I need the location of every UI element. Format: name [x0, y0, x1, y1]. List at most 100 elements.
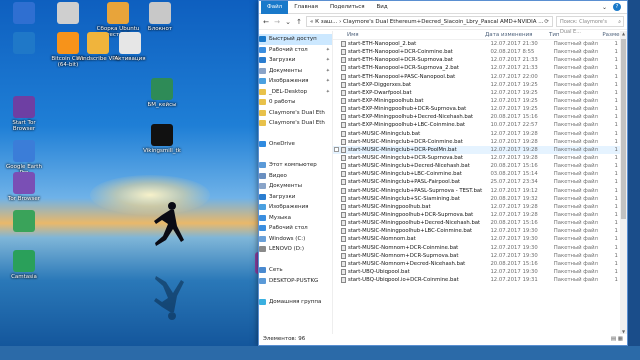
file-row[interactable]: start-EXP-Miningpoolhub+DCR-Suprnova.bat… — [333, 105, 627, 113]
scroll-up-icon[interactable]: ▲ — [620, 31, 627, 36]
nav-pane-item[interactable]: Сеть — [259, 265, 332, 276]
nav-pane-item[interactable]: Загрузки — [259, 192, 332, 203]
file-row[interactable]: start-EXP-Miningpoolhub.bat 12.07.2017 19… — [333, 97, 627, 105]
scrollbar-thumb[interactable] — [621, 39, 626, 219]
search-input[interactable]: Поиск: Claymore's Dual E... ⌕ — [556, 16, 624, 35]
file-row[interactable]: start-MUSIC-Nomnom+DCR-Suprnova.bat 12.07… — [333, 252, 627, 260]
file-row[interactable]: start-MUSIC-Miningclub+PASL-Fairpool.bat… — [333, 178, 627, 186]
file-type: Пакетный файл — [553, 268, 598, 275]
column-name[interactable]: Имя — [333, 31, 485, 39]
desktop-icon-label: Активация — [114, 56, 146, 62]
tab-file[interactable]: Файл — [261, 0, 289, 14]
nav-pane-item[interactable]: Видео — [259, 171, 332, 182]
tab-home[interactable]: Главная — [288, 1, 324, 14]
nav-pane-item[interactable]: Домашняя группа — [259, 297, 332, 308]
file-type: Пакетный файл — [553, 57, 598, 64]
nav-pane-item[interactable]: Рабочий стол — [259, 223, 332, 234]
file-row[interactable]: start-ETH-Nanopool+PASC-Nanopool.bat 12.0… — [333, 73, 627, 81]
column-type[interactable]: Тип — [549, 31, 601, 39]
file-row[interactable]: start-MUSIC-Miningclub+PASL-Suprnova - T… — [333, 187, 627, 195]
file-row[interactable]: start-MUSIC-Miningclub+Decred-Nicehash.b… — [333, 162, 627, 170]
nav-pane-item[interactable]: Загрузки ✦ — [259, 55, 332, 66]
file-row[interactable]: start-MUSIC-Miningpoolhub+DCR-Suprnova.b… — [333, 211, 627, 219]
nav-pane-item[interactable]: Claymore's Dual Eth — [259, 118, 332, 129]
file-row[interactable]: start-MUSIC-Nomnom+DCR-Coinmine.bat 12.07… — [333, 244, 627, 252]
nav-pane-item[interactable]: OneDrive — [259, 139, 332, 150]
batch-file-icon — [340, 277, 346, 284]
desktop-icon[interactable]: Camtasia — [2, 250, 46, 280]
desktop-icon[interactable] — [2, 2, 46, 26]
desktop-icon[interactable]: Start Tor Browser — [2, 96, 46, 132]
file-row[interactable]: start-EXP-Diggerxes.bat 12.07.2017 19:25 П… — [333, 81, 627, 89]
nav-pane-item[interactable]: Изображения — [259, 202, 332, 213]
file-row[interactable]: start-MUSIC-Miningclub+SC-Siamining.bat 2… — [333, 195, 627, 203]
nav-pane-item[interactable]: Изображения ✦ — [259, 76, 332, 87]
nav-pane-item[interactable]: Рабочий стол ✦ — [259, 45, 332, 56]
file-row[interactable]: start-MUSIC-Miningpoolhub+LBC-Coinmine.b… — [333, 227, 627, 235]
desktop-icon[interactable]: БМ_кейсы — [140, 78, 184, 108]
file-row[interactable]: start-MUSIC-Nomnom+Decred-Nicehash.bat 20… — [333, 260, 627, 268]
up-arrow-icon[interactable]: ↑ — [295, 18, 303, 26]
file-row[interactable]: start-MUSIC-Miningpoolhub+Decred-Nicehas… — [333, 219, 627, 227]
nav-pane-item[interactable]: _DEL-Desktop ✦ — [259, 87, 332, 98]
desktop-app-icon — [13, 210, 35, 232]
file-row[interactable]: start-MUSIC-Miningclub+DCR-Suprnova.bat 1… — [333, 154, 627, 162]
file-row[interactable]: start-ETH-Nanopool+DCR-Suprnova.bat 12.07… — [333, 56, 627, 64]
file-row[interactable]: start-EXP-Miningpoolhub+Decred-Nicehash.… — [333, 113, 627, 121]
desktop-icon[interactable] — [46, 2, 90, 26]
file-type: Пакетный файл — [553, 122, 598, 129]
address-path[interactable]: « К заш... › Claymore's Dual Ethereum+De… — [306, 16, 553, 27]
nav-pane-item[interactable]: Этот компьютер — [259, 160, 332, 171]
batch-file-icon — [340, 89, 346, 96]
desktop-app-icon — [119, 32, 141, 54]
desktop-icon[interactable] — [2, 210, 46, 234]
file-row[interactable]: start-EXP-Miningpoolhub+LBC-Coinmine.bat… — [333, 121, 627, 129]
desktop-icon[interactable]: Vikingsmill_tk — [140, 124, 184, 154]
file-row[interactable]: start-MUSIC-Miningclub+LBC-Coinmine.bat 0… — [333, 170, 627, 178]
nav-pane-item[interactable]: DESKTOP-PUSTKG — [259, 276, 332, 287]
file-row[interactable]: start-UBQ-Ubiqpool.io+DCR-Coinmine.bat 12… — [333, 276, 627, 284]
desktop-icon[interactable]: Активация — [108, 32, 152, 62]
file-row[interactable]: start-MUSIC-Nomnom.bat 12.07.2017 19:30 Па… — [333, 235, 627, 243]
recent-chevron-icon[interactable]: ⌄ — [284, 18, 292, 26]
nav-pane-item[interactable]: LENOVO (D:) — [259, 244, 332, 255]
desktop-app-icon — [13, 32, 35, 54]
file-row[interactable]: start-MUSIC-Miningclub+DCR-PoolMn.bat 12.… — [333, 145, 627, 154]
view-toggle-icons[interactable]: ▤ ▦ — [611, 334, 623, 345]
file-row[interactable]: start-MUSIC-Miningpoolhub.bat 12.07.2017 … — [333, 203, 627, 211]
file-row[interactable]: start-MUSIC-Miningclub+DCR-Coinmine.bat 1… — [333, 138, 627, 146]
file-explorer-window[interactable]: Файл Главная Поделиться Вид ⌄ ? ← → ⌄ ↑ … — [258, 0, 628, 346]
desktop-icon[interactable]: Google Earth Pro — [2, 140, 46, 176]
column-date[interactable]: Дата изменения — [485, 31, 549, 39]
file-row[interactable]: start-ETH-Nanopool+DCR-Suprnova_2.bat 12.… — [333, 64, 627, 72]
desktop-icon[interactable]: Tor Browser — [2, 172, 46, 202]
nav-pane-item[interactable]: Windows (C:) — [259, 234, 332, 245]
nav-pane-item[interactable]: Документы — [259, 181, 332, 192]
row-checkbox[interactable] — [334, 147, 339, 153]
expand-ribbon-icon[interactable]: ⌄ — [602, 4, 607, 11]
file-row[interactable]: start-ETH-Nanopool_2.bat 12.07.2017 21:30… — [333, 40, 627, 48]
forward-arrow-icon[interactable]: → — [273, 18, 281, 26]
nav-pane-item[interactable]: Быстрый доступ — [259, 34, 332, 45]
back-arrow-icon[interactable]: ← — [262, 18, 270, 26]
file-name: start-MUSIC-Nomnom+DCR-Coinmine.bat — [347, 244, 459, 251]
help-icon[interactable]: ? — [613, 3, 621, 11]
file-row[interactable]: start-MUSIC-Miningclub.bat 12.07.2017 19:… — [333, 130, 627, 138]
file-row[interactable]: start-EXP-Dwarfpool.bat 12.07.2017 19:25 П… — [333, 89, 627, 97]
nav-pane-item[interactable]: 0 работы — [259, 97, 332, 108]
batch-file-icon — [340, 220, 346, 227]
desktop-icon[interactable]: Блокнот — [138, 2, 182, 32]
file-type: Пакетный файл — [553, 260, 598, 267]
tab-share[interactable]: Поделиться — [324, 1, 371, 14]
tab-view[interactable]: Вид — [371, 1, 394, 14]
refresh-icon[interactable]: ⟳ — [544, 17, 549, 26]
vertical-scrollbar[interactable]: ▲ ▼ — [620, 31, 627, 334]
file-date: 12.07.2017 19:30 — [490, 244, 538, 251]
nav-pane-item[interactable]: Claymore's Dual Eth — [259, 108, 332, 119]
nav-pane-item[interactable]: Документы ✦ — [259, 66, 332, 77]
desktop-icon[interactable] — [2, 32, 46, 56]
folder-icon — [259, 57, 266, 64]
file-row[interactable]: start-ETH-Nanopool+DCR-Coinmine.bat 02.08… — [333, 48, 627, 56]
nav-pane-item[interactable]: Музыка — [259, 213, 332, 224]
file-row[interactable]: start-UBQ-Ubiqpool.bat 12.07.2017 19:30 Па… — [333, 268, 627, 276]
